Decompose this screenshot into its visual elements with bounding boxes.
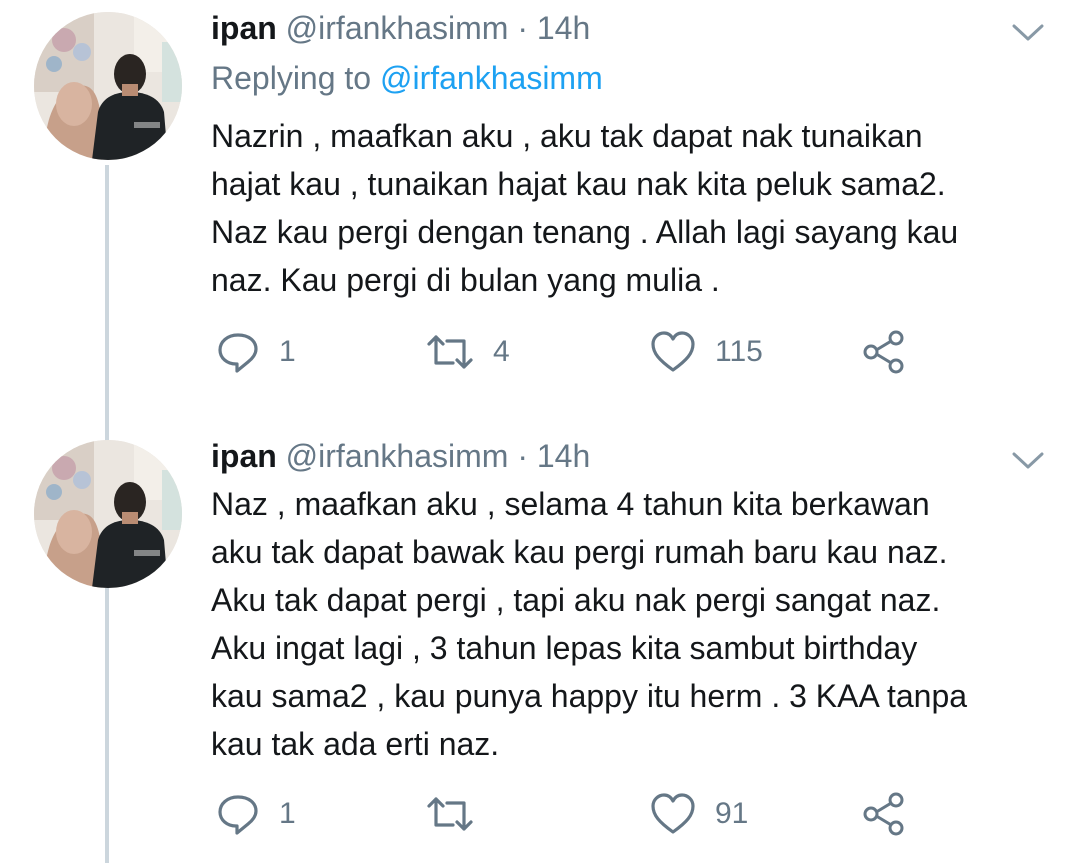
tweet-text-line: hajat kau , tunaikan hajat kau nak kita … bbox=[211, 166, 946, 202]
tweet-text-line: naz. Kau pergi di bulan yang mulia . bbox=[211, 262, 720, 298]
tweet-header: ipan @irfankhasimm · 14h bbox=[211, 8, 590, 48]
avatar-photo bbox=[34, 12, 182, 160]
avatar[interactable] bbox=[34, 12, 182, 160]
reply-icon bbox=[218, 333, 258, 373]
share-icon bbox=[863, 330, 904, 374]
tweet[interactable]: ipan @irfankhasimm · 14h Replying to @ir… bbox=[0, 0, 1080, 420]
retweet-button[interactable] bbox=[425, 784, 493, 844]
tweet-text-line: kau tak ada erti naz. bbox=[211, 726, 500, 762]
tweet-actions: 1 4 115 bbox=[211, 322, 1011, 382]
header-separator: · bbox=[517, 10, 528, 46]
reply-count: 1 bbox=[279, 335, 296, 368]
tweet-text: Nazrin , maafkan aku , aku tak dapat nak… bbox=[211, 112, 1051, 304]
like-button[interactable]: 115 bbox=[649, 322, 763, 382]
reply-count: 1 bbox=[279, 797, 296, 830]
reply-mention-link[interactable]: @irfankhasimm bbox=[380, 60, 603, 96]
tweet-header: ipan @irfankhasimm · 14h bbox=[211, 436, 590, 476]
tweet-timestamp[interactable]: 14h bbox=[537, 438, 590, 474]
reply-icon bbox=[218, 795, 258, 835]
tweet-text: Naz , maafkan aku , selama 4 tahun kita … bbox=[211, 480, 1051, 768]
heart-icon bbox=[651, 793, 695, 834]
tweet-text-line: Aku ingat lagi , 3 tahun lepas kita samb… bbox=[211, 630, 918, 666]
share-icon bbox=[863, 792, 904, 836]
tweet-actions: 1 91 bbox=[211, 784, 1011, 844]
tweet[interactable]: ipan @irfankhasimm · 14h Naz , maafkan a… bbox=[0, 428, 1080, 863]
tweet-text-line: Aku tak dapat pergi , tapi aku nak pergi… bbox=[211, 582, 941, 618]
tweet-text-line: Naz , maafkan aku , selama 4 tahun kita … bbox=[211, 486, 930, 522]
header-separator: · bbox=[517, 438, 528, 474]
tweet-text-line: Nazrin , maafkan aku , aku tak dapat nak… bbox=[211, 118, 923, 154]
reply-button[interactable]: 1 bbox=[215, 322, 296, 382]
retweet-icon bbox=[427, 797, 473, 831]
avatar[interactable] bbox=[34, 440, 182, 588]
like-button[interactable]: 91 bbox=[649, 784, 748, 844]
user-handle[interactable]: @irfankhasimm bbox=[286, 438, 509, 474]
tweet-timestamp[interactable]: 14h bbox=[537, 10, 590, 46]
user-display-name[interactable]: ipan bbox=[211, 438, 277, 474]
tweet-text-line: Naz kau pergi dengan tenang . Allah lagi… bbox=[211, 214, 959, 250]
user-display-name[interactable]: ipan bbox=[211, 10, 277, 46]
tweet-text-line: aku tak dapat bawak kau pergi rumah baru… bbox=[211, 534, 948, 570]
reply-button[interactable]: 1 bbox=[215, 784, 296, 844]
replying-to-line: Replying to @irfankhasimm bbox=[211, 58, 603, 98]
retweet-button[interactable]: 4 bbox=[425, 322, 510, 382]
retweet-count: 4 bbox=[493, 335, 510, 368]
tweet-text-line: kau sama2 , kau punya happy itu herm . 3… bbox=[211, 678, 968, 714]
like-count: 115 bbox=[715, 335, 763, 368]
share-button[interactable] bbox=[861, 784, 907, 844]
avatar-photo bbox=[34, 440, 182, 588]
retweet-icon bbox=[427, 335, 473, 369]
user-handle[interactable]: @irfankhasimm bbox=[286, 10, 509, 46]
like-count: 91 bbox=[715, 797, 749, 830]
heart-icon bbox=[651, 331, 695, 372]
chevron-down-icon[interactable] bbox=[1008, 446, 1048, 474]
replying-to-label: Replying to bbox=[211, 60, 380, 96]
share-button[interactable] bbox=[861, 322, 907, 382]
chevron-down-icon[interactable] bbox=[1008, 18, 1048, 46]
